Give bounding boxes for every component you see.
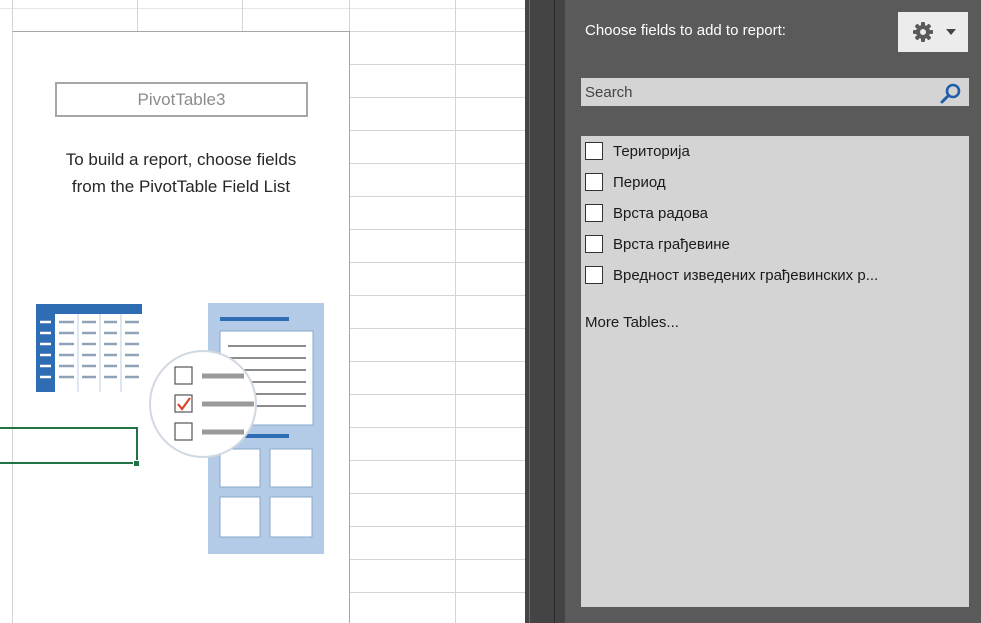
field-label: Вредност изведених грађевинских р... [613,266,879,284]
field-list: Територија Период Врста радова Врста гра… [581,136,969,607]
search-icon[interactable] [939,82,963,104]
field-label: Период [613,173,666,191]
field-checkbox[interactable] [585,235,603,253]
pivot-field-list-pane: Choose fields to add to report: Територи… [565,0,981,623]
fill-handle[interactable] [133,460,140,467]
splitter-edge [554,0,555,623]
grid-row-line [349,526,525,527]
field-item-work-type[interactable]: Врста радова [585,201,967,225]
field-label: Врста грађевине [613,235,730,253]
chevron-down-icon [946,29,956,35]
grid-row-line [349,97,525,98]
worksheet-grid[interactable]: PivotTable3 To build a report, choose fi… [0,0,525,623]
checkbox-magnifier-icon [149,350,257,458]
field-checkbox[interactable] [585,204,603,222]
pivot-illustration [36,303,324,554]
grid-row-line [349,460,525,461]
grid-row-line [349,295,525,296]
field-label: Територија [613,142,690,160]
grid-row-line [349,493,525,494]
field-list-tools-button[interactable] [898,12,968,52]
field-item-period[interactable]: Период [585,170,967,194]
grid-row-line [349,130,525,131]
field-checkbox[interactable] [585,142,603,160]
field-checkbox[interactable] [585,266,603,284]
grid-row-line [349,592,525,593]
grid-row-line [349,361,525,362]
splitter-edge [529,0,530,623]
grid-row-line [349,559,525,560]
grid-row-line [349,328,525,329]
field-item-value[interactable]: Вредност изведених грађевинских р... [585,263,967,287]
grid-row-line [349,196,525,197]
grid-row-line [349,64,525,65]
field-label: Врста радова [613,204,708,222]
grid-col-line [455,0,456,623]
grid-row-line [349,394,525,395]
search-input[interactable] [581,78,941,106]
pane-splitter[interactable] [525,0,565,623]
active-cell-selection[interactable] [0,427,138,464]
more-tables-link[interactable]: More Tables... [585,314,679,331]
grid-row-line [349,31,525,32]
grid-row-line [349,427,525,428]
pane-title: Choose fields to add to report: [585,22,786,39]
grid-row-line [349,262,525,263]
field-checkbox[interactable] [585,173,603,191]
field-search-box[interactable] [581,78,969,106]
gear-icon [913,22,933,42]
field-item-territory[interactable]: Територија [585,139,967,163]
table-graphic-icon [36,304,142,392]
grid-row-line [349,163,525,164]
field-item-building-type[interactable]: Врста грађевине [585,232,967,256]
grid-row-line [349,229,525,230]
